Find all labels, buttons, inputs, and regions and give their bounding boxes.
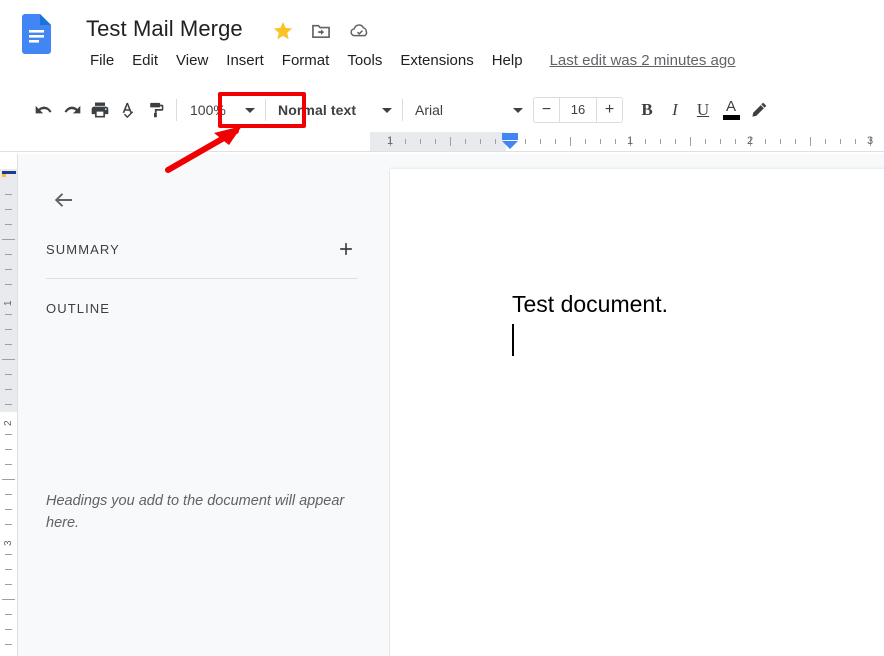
ruler-content-zone [506,132,884,151]
outline-empty-message: Headings you add to the document will ap… [46,493,345,531]
ruler-number: 3 [866,135,874,147]
google-docs-window: Test Mail Merge File Edit View Insert Fo… [0,0,884,656]
document-title[interactable]: Test Mail Merge [86,16,243,42]
outline-sidebar: SUMMARY OUTLINE Headings you add to the … [18,154,389,656]
menu-item-tools[interactable]: Tools [338,50,391,71]
ruler-number: 1 [626,135,634,147]
increase-font-size-button[interactable]: + [597,98,622,122]
menu-item-help[interactable]: Help [483,50,532,71]
font-size-stepper: − 16 + [533,97,623,123]
toolbar-divider [265,99,266,121]
formatting-toolbar: 100% Normal text Arial − 16 + B I U A [0,88,884,132]
add-summary-button[interactable] [334,237,358,261]
ruler-number: 1 [386,135,394,147]
paragraph-style-value: Normal text [278,102,357,118]
chevron-down-icon [245,107,255,113]
toolbar-divider [402,99,403,121]
vruler-margin-zone [0,169,17,412]
document-page[interactable]: Test document. [390,169,884,656]
vruler-number: 3 [3,540,14,546]
paint-format-button[interactable] [142,96,170,124]
left-indent-marker[interactable] [499,133,521,149]
zoom-value: 100% [190,102,226,118]
paragraph-style-control[interactable]: Normal text [272,97,396,123]
chevron-down-icon [382,107,392,113]
vruler-number: 1 [3,300,14,306]
bold-glyph: B [641,100,653,119]
text-cursor [512,324,514,356]
text-color-button[interactable]: A [717,96,745,124]
print-button[interactable] [86,96,114,124]
menu-item-extensions[interactable]: Extensions [391,50,482,71]
text-color-glyph: A [725,98,736,115]
document-body-text[interactable]: Test document. [512,291,668,318]
docs-logo-icon[interactable] [22,14,51,54]
move-to-folder-icon[interactable] [310,20,332,42]
redo-button[interactable] [58,96,86,124]
menu-item-view[interactable]: View [167,50,217,71]
app-header: Test Mail Merge File Edit View Insert Fo… [0,0,884,88]
document-canvas[interactable]: Test document. [389,154,884,656]
ruler-number: 2 [746,135,754,147]
text-color-swatch [722,115,740,120]
bold-button[interactable]: B [633,96,661,124]
italic-button[interactable]: I [661,96,689,124]
cloud-saved-icon[interactable] [348,20,370,42]
star-icon[interactable] [272,20,294,42]
spellcheck-button[interactable] [114,96,142,124]
title-action-icons [272,20,370,42]
zoom-control[interactable]: 100% [183,97,259,123]
underline-glyph: U [696,100,710,119]
ruler-bottom-border [0,151,884,152]
menu-item-format[interactable]: Format [273,50,339,71]
menu-item-edit[interactable]: Edit [123,50,167,71]
menu-item-insert[interactable]: Insert [217,50,273,71]
menu-item-file[interactable]: File [86,50,123,71]
outline-heading: OUTLINE [46,301,111,316]
summary-heading: SUMMARY [46,241,120,257]
top-margin-marker[interactable] [2,168,16,178]
highlight-color-button[interactable] [745,96,773,124]
chevron-down-icon [513,107,523,113]
undo-button[interactable] [30,96,58,124]
last-edit-status[interactable]: Last edit was 2 minutes ago [550,52,736,69]
font-family-value: Arial [415,102,444,118]
font-size-input[interactable]: 16 [559,98,597,122]
summary-section-header: SUMMARY [46,236,358,262]
toolbar-divider [176,99,177,121]
horizontal-ruler[interactable]: 1 1 2 3 [0,132,884,154]
sidebar-divider [46,278,358,279]
italic-glyph: I [672,100,678,119]
hide-outline-button[interactable] [48,184,80,216]
menu-bar: File Edit View Insert Format Tools Exten… [86,50,736,71]
underline-button[interactable]: U [689,96,717,124]
font-family-control[interactable]: Arial [409,97,527,123]
vertical-ruler[interactable]: 1 2 3 [0,154,18,656]
vruler-number: 2 [3,420,14,426]
decrease-font-size-button[interactable]: − [534,98,559,122]
